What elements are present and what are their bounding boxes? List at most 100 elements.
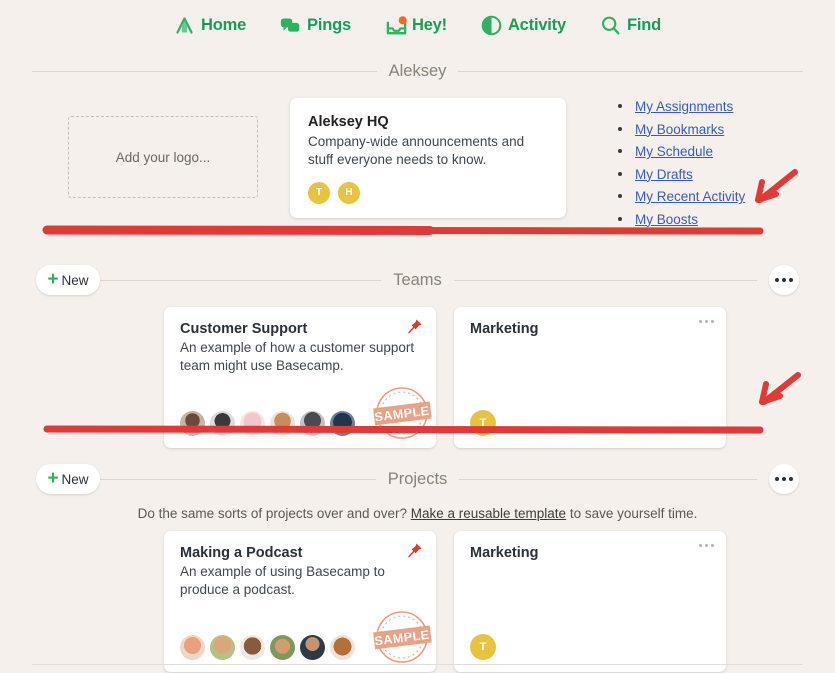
pin-icon[interactable]	[407, 542, 423, 558]
avatar[interactable]	[240, 635, 265, 660]
new-project-button[interactable]: + New	[36, 464, 100, 494]
avatar[interactable]	[330, 635, 355, 660]
nav-item-find-label: Find	[626, 15, 661, 34]
avatar[interactable]	[300, 411, 325, 436]
link-my-schedule[interactable]: My Schedule	[635, 144, 713, 159]
team-card-marketing[interactable]: Marketing T	[454, 307, 726, 448]
nav-item-pings[interactable]: Pings	[280, 15, 351, 36]
basecamp-home-page: Home Pings Hey! Activity Find Aleksey Ad…	[0, 0, 835, 673]
new-team-button[interactable]: + New	[36, 265, 100, 295]
new-project-label: New	[61, 471, 89, 487]
ellipsis-icon	[699, 320, 702, 323]
nav-item-find[interactable]: Find	[600, 15, 661, 36]
projects-section: + New Projects Do the same sorts of proj…	[0, 464, 835, 672]
avatar[interactable]	[270, 635, 295, 660]
main-navigation: Home Pings Hey! Activity Find	[0, 0, 835, 46]
nav-item-home-label: Home	[201, 15, 247, 34]
teams-menu-button[interactable]	[769, 265, 799, 295]
avatar[interactable]	[210, 635, 235, 660]
avatar[interactable]: T	[308, 181, 330, 204]
ellipsis-icon	[705, 320, 708, 323]
hq-card-title: Aleksey HQ	[308, 114, 389, 130]
avatar[interactable]	[180, 635, 205, 660]
team-card-customer-support[interactable]: Customer Support An example of how a cus…	[164, 307, 436, 448]
projects-section-title: Projects	[387, 469, 448, 488]
ellipsis-icon	[711, 320, 714, 323]
divider-left	[32, 70, 377, 72]
sample-stamp: SAMPLE	[370, 606, 434, 668]
nav-item-hey-label: Hey!	[411, 15, 447, 34]
teams-section-title: Teams	[393, 270, 442, 289]
avatar[interactable]: H	[338, 181, 360, 204]
nav-item-activity[interactable]: Activity	[481, 15, 566, 36]
add-logo-placeholder[interactable]: Add your logo...	[68, 116, 258, 198]
team-card-menu-button[interactable]	[699, 320, 714, 323]
template-prompt: Do the same sorts of projects over and o…	[0, 506, 835, 521]
link-my-drafts[interactable]: My Drafts	[635, 167, 693, 182]
ellipsis-icon	[775, 477, 779, 481]
plus-icon: +	[47, 268, 59, 290]
avatar[interactable]	[180, 411, 205, 436]
template-prompt-after: to save yourself time.	[566, 506, 698, 521]
pie-clock-icon	[481, 15, 502, 36]
template-prompt-before: Do the same sorts of projects over and o…	[137, 506, 411, 521]
divider-right	[453, 279, 758, 281]
avatar[interactable]	[300, 635, 325, 660]
hq-card-description: Company-wide announcements and stuff eve…	[308, 134, 525, 167]
search-icon	[600, 15, 621, 36]
nav-item-hey[interactable]: Hey!	[385, 15, 447, 36]
teams-section: + New Teams Customer Support An example …	[0, 265, 835, 448]
avatar[interactable]	[330, 411, 355, 436]
footer-divider	[32, 664, 803, 665]
list-item: My Boosts	[618, 212, 745, 227]
teams-card-grid: Customer Support An example of how a cus…	[132, 307, 835, 448]
chat-bubbles-icon	[280, 15, 301, 36]
ellipsis-icon	[789, 477, 793, 481]
ellipsis-icon	[789, 278, 793, 282]
projects-card-grid: Making a Podcast An example of using Bas…	[132, 531, 835, 672]
avatar[interactable]	[240, 411, 265, 436]
projects-section-header: Projects	[0, 464, 835, 494]
pin-icon[interactable]	[407, 318, 423, 334]
project-card-menu-button[interactable]	[699, 544, 714, 547]
project-card-title: Making a Podcast	[180, 545, 303, 561]
avatar[interactable]: T	[470, 634, 496, 660]
project-card-making-a-podcast[interactable]: Making a Podcast An example of using Bas…	[164, 531, 436, 672]
divider-left	[78, 478, 376, 480]
add-logo-label: Add your logo...	[115, 149, 211, 165]
ellipsis-icon	[705, 544, 708, 547]
hq-avatar-row: T H	[308, 181, 548, 204]
project-card-description: An example of using Basecamp to produce …	[180, 564, 385, 597]
list-item: My Bookmarks	[618, 122, 745, 137]
avatar[interactable]	[270, 411, 295, 436]
list-item: My Drafts	[618, 167, 745, 182]
nav-item-home[interactable]: Home	[174, 15, 246, 36]
project-avatar-row	[180, 635, 360, 660]
new-team-label: New	[61, 272, 89, 288]
project-card-title: Marketing	[470, 545, 539, 561]
ellipsis-icon	[699, 544, 702, 547]
divider-right	[459, 478, 758, 480]
plus-icon: +	[47, 467, 59, 489]
project-card-marketing[interactable]: Marketing T	[454, 531, 726, 672]
avatar[interactable]	[210, 411, 235, 436]
ellipsis-icon	[775, 278, 779, 282]
projects-menu-button[interactable]	[769, 464, 799, 494]
make-reusable-template-link[interactable]: Make a reusable template	[411, 506, 566, 521]
ellipsis-icon	[782, 278, 786, 282]
link-my-recent-activity[interactable]: My Recent Activity	[635, 189, 745, 204]
divider-left	[78, 279, 382, 281]
hq-card[interactable]: Aleksey HQ Company-wide announcements an…	[290, 98, 566, 218]
avatar[interactable]: T	[470, 410, 496, 436]
link-my-boosts[interactable]: My Boosts	[635, 212, 698, 227]
list-item: My Schedule	[618, 145, 745, 159]
sample-stamp: SAMPLE	[370, 382, 434, 444]
divider-right	[458, 70, 803, 72]
teams-section-header: Teams	[0, 265, 835, 295]
ellipsis-icon	[711, 544, 714, 547]
link-my-bookmarks[interactable]: My Bookmarks	[635, 122, 724, 137]
link-my-assignments[interactable]: My Assignments	[635, 99, 733, 114]
home-icon	[174, 15, 195, 36]
nav-item-activity-label: Activity	[507, 15, 566, 34]
team-card-title: Customer Support	[180, 321, 308, 337]
